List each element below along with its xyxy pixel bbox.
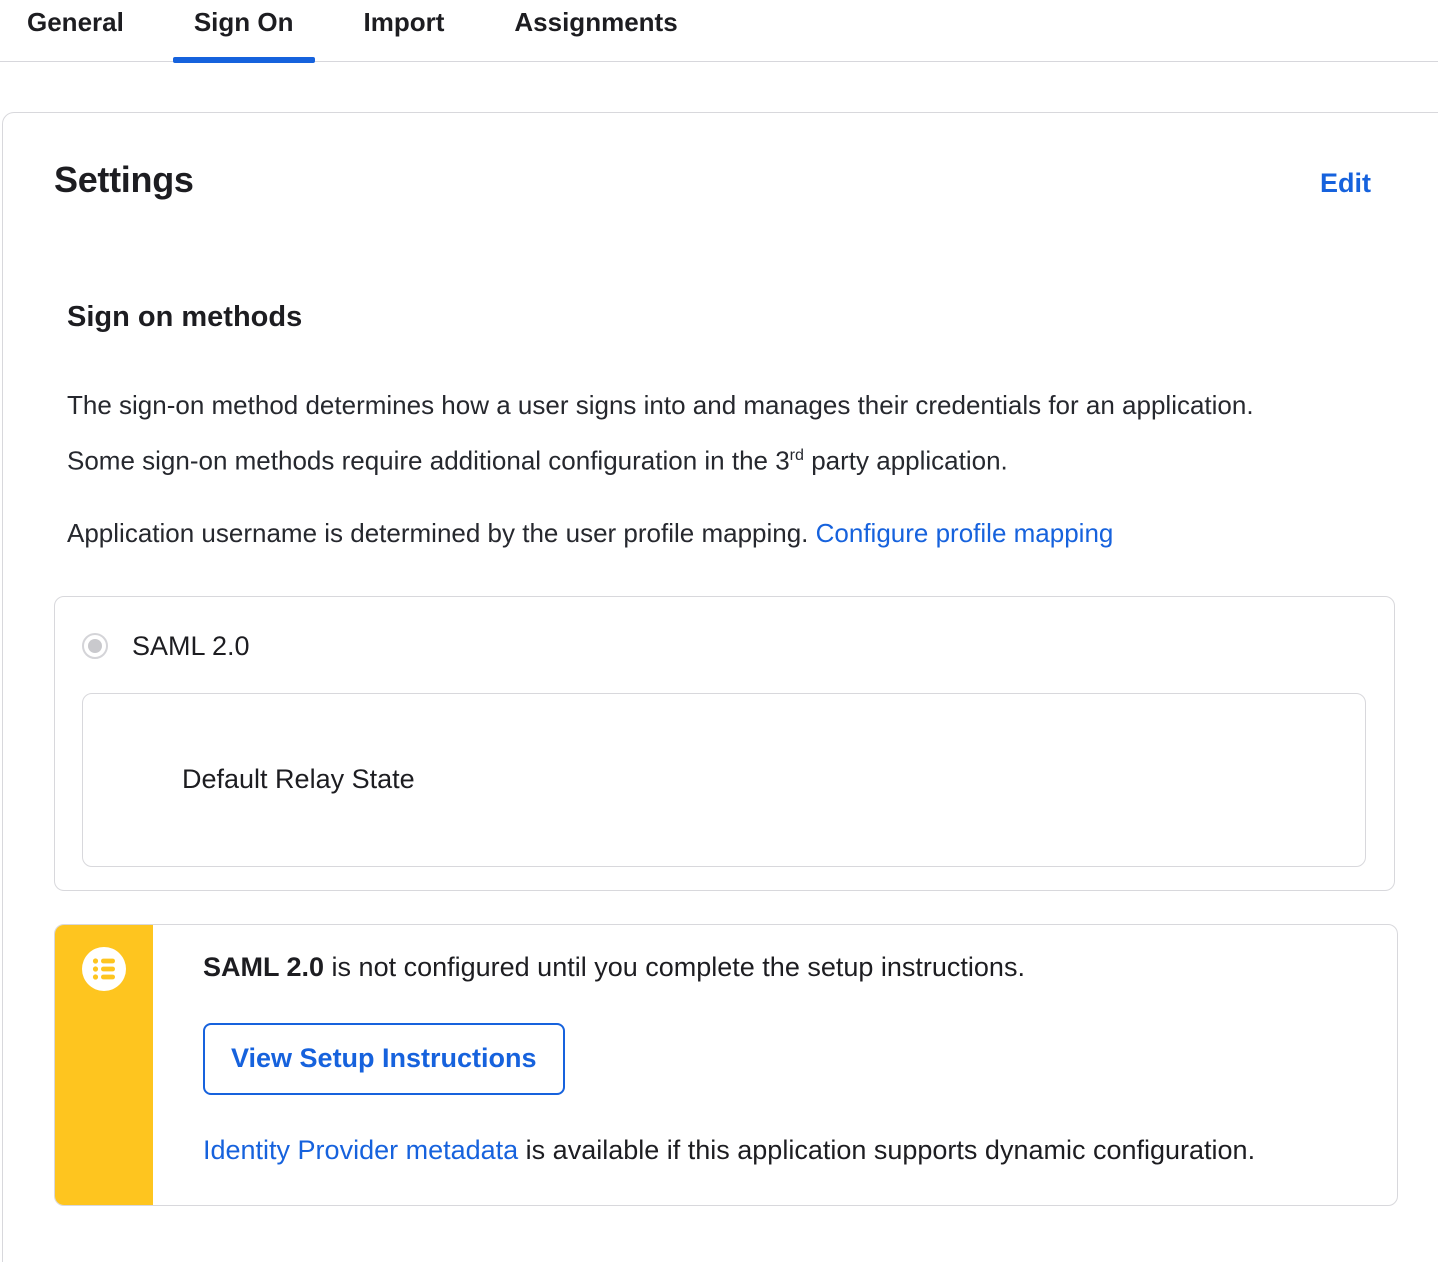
- tab-assignments[interactable]: Assignments: [514, 0, 677, 62]
- metadata-text: is available if this application support…: [518, 1134, 1256, 1165]
- username-mapping-line: Application username is determined by th…: [67, 518, 1398, 549]
- callout-body: SAML 2.0 is not configured until you com…: [153, 925, 1295, 1205]
- relay-state-box: Default Relay State: [82, 692, 1366, 867]
- list-icon: [82, 946, 126, 991]
- settings-card: Settings Edit Sign on methods The sign-o…: [2, 112, 1438, 1262]
- edit-link[interactable]: Edit: [1320, 168, 1371, 199]
- saml-radio-row: SAML 2.0: [82, 631, 1366, 662]
- configure-profile-mapping-link[interactable]: Configure profile mapping: [816, 518, 1114, 548]
- tab-sign-on[interactable]: Sign On: [172, 0, 315, 63]
- description-text: The sign-on method determines how a user…: [67, 390, 1254, 476]
- callout-message: SAML 2.0 is not configured until you com…: [203, 952, 1255, 983]
- page-title: Settings: [54, 159, 194, 200]
- callout-message-text: is not configured until you complete the…: [324, 951, 1025, 982]
- description-text-end: party application.: [804, 445, 1008, 476]
- metadata-line: Identity Provider metadata is available …: [203, 1135, 1255, 1166]
- callout-warning-stripe: [55, 924, 153, 1205]
- username-mapping-text: Application username is determined by th…: [67, 517, 816, 548]
- tab-import[interactable]: Import: [364, 0, 445, 62]
- relay-state-label: Default Relay State: [182, 764, 415, 795]
- saml-radio-label: SAML 2.0: [132, 630, 250, 661]
- radio-dot: [88, 639, 102, 654]
- description-superscript: rd: [789, 446, 804, 464]
- view-setup-instructions-button[interactable]: View Setup Instructions: [203, 1022, 565, 1095]
- card-header: Settings Edit: [54, 159, 1398, 201]
- saml-method-box: SAML 2.0 Default Relay State: [54, 595, 1395, 891]
- sign-on-methods-description: The sign-on method determines how a user…: [67, 380, 1312, 486]
- saml-radio-button[interactable]: [82, 633, 108, 660]
- setup-callout: SAML 2.0 is not configured until you com…: [54, 923, 1398, 1206]
- identity-provider-metadata-link[interactable]: Identity Provider metadata: [203, 1135, 518, 1165]
- callout-message-bold: SAML 2.0: [203, 951, 325, 982]
- sign-on-methods-heading: Sign on methods: [67, 301, 303, 333]
- tab-general[interactable]: General: [27, 0, 124, 62]
- app-tab-bar: General Sign On Import Assignments: [0, 0, 1438, 63]
